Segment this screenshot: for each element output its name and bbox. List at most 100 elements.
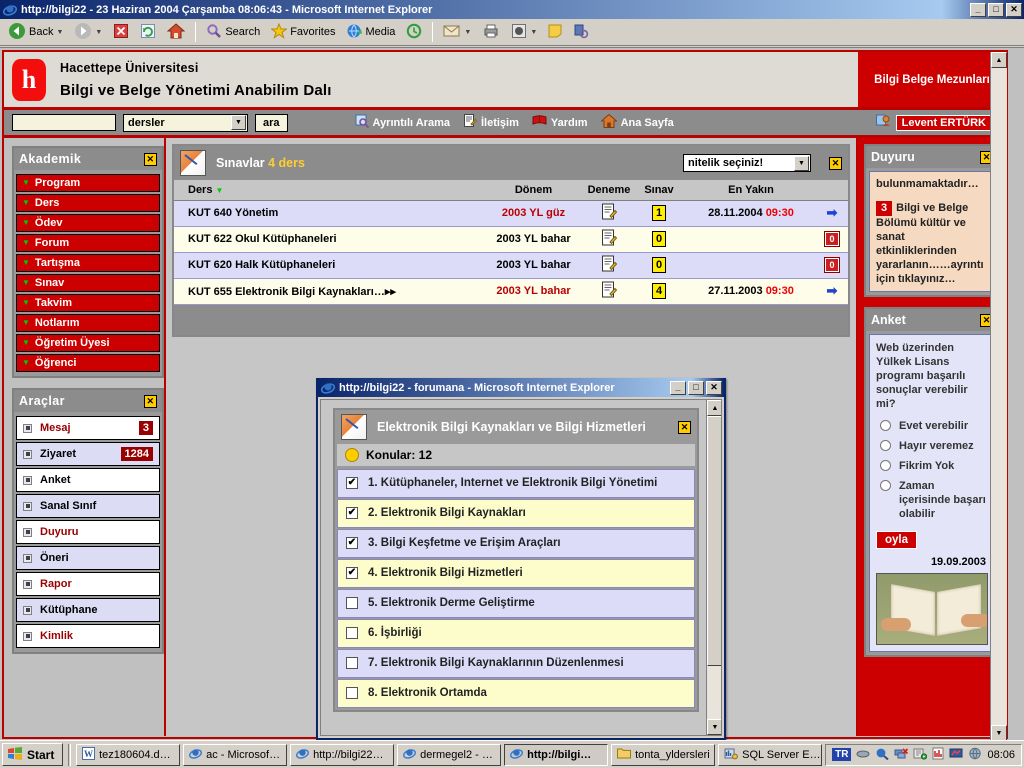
- favorites-button[interactable]: Favorites: [267, 21, 339, 44]
- cell-deneme[interactable]: [586, 200, 632, 227]
- tool-item-sanal-sinif[interactable]: Sanal Sınıf: [16, 494, 160, 518]
- cell-ders[interactable]: KUT 640 Yönetim: [174, 200, 482, 227]
- close-icon[interactable]: ✕: [144, 152, 157, 166]
- table-row[interactable]: KUT 622 Okul Kütüphaneleri 2003 YL bahar…: [174, 226, 848, 253]
- list-item[interactable]: 8. Elektronik Ortamda: [337, 679, 695, 708]
- scroll-down-button[interactable]: ▼: [707, 719, 721, 735]
- radio-icon[interactable]: [880, 440, 891, 451]
- scroll-track[interactable]: [991, 68, 1007, 725]
- sidebar-item-tartisma[interactable]: ▼ Tartışma: [16, 254, 160, 272]
- search-input[interactable]: [12, 114, 116, 131]
- minimize-button[interactable]: _: [970, 2, 986, 17]
- radio-icon[interactable]: [880, 460, 891, 471]
- column-header-ders[interactable]: Ders ▼: [174, 180, 482, 201]
- poll-option-2[interactable]: Hayır veremez: [880, 439, 988, 453]
- sidebar-item-forum[interactable]: ▼ Forum: [16, 234, 160, 252]
- cell-action[interactable]: 0: [816, 226, 848, 253]
- popup-scrollbar[interactable]: ▲ ▼: [706, 400, 721, 735]
- taskbar-item-folder[interactable]: tonta_yldersleri: [611, 743, 716, 766]
- close-icon[interactable]: ✕: [829, 156, 842, 170]
- search-icon[interactable]: [875, 747, 890, 763]
- tool-item-duyuru[interactable]: Duyuru: [16, 520, 160, 544]
- list-item[interactable]: ✔ 1. Kütüphaneler, Internet ve Elektroni…: [337, 469, 695, 498]
- close-icon[interactable]: ✕: [144, 394, 157, 408]
- taskbar-item-bilgi22[interactable]: http://bilgi22…: [290, 743, 395, 766]
- chevron-down-icon[interactable]: ▼: [95, 29, 102, 36]
- radio-icon[interactable]: [880, 420, 891, 431]
- refresh-button[interactable]: [136, 21, 160, 44]
- list-item[interactable]: 5. Elektronik Derme Geliştirme: [337, 589, 695, 618]
- sidebar-item-program[interactable]: ▼ Program: [16, 174, 160, 192]
- volume-icon[interactable]: [856, 747, 870, 763]
- page-scrollbar[interactable]: ▲ ▼: [990, 52, 1007, 740]
- taskbar-item-dermegel2[interactable]: dermegel2 - …: [397, 743, 502, 766]
- tool-item-anket[interactable]: Anket: [16, 468, 160, 492]
- media-icon[interactable]: [913, 747, 928, 763]
- radio-icon[interactable]: [880, 480, 891, 491]
- tool-item-rapor[interactable]: Rapor: [16, 572, 160, 596]
- column-header-donem[interactable]: Dönem: [481, 180, 586, 201]
- cell-sinav[interactable]: 4: [632, 278, 686, 305]
- media-button[interactable]: Media: [342, 21, 399, 44]
- tool-item-ziyaret[interactable]: Ziyaret 1284: [16, 442, 160, 466]
- sidebar-item-takvim[interactable]: ▼ Takvim: [16, 294, 160, 312]
- list-item[interactable]: 6. İşbirliği: [337, 619, 695, 648]
- home-button[interactable]: [163, 21, 189, 44]
- taskbar-clock[interactable]: 08:06: [987, 749, 1015, 761]
- cell-action[interactable]: 0: [816, 252, 848, 279]
- chart-icon[interactable]: [932, 747, 944, 763]
- notes-button[interactable]: [544, 22, 566, 43]
- cell-action[interactable]: ➡: [816, 200, 848, 227]
- taskbar-item-word[interactable]: W tez180604.d…: [76, 743, 181, 766]
- nav-detailed-search[interactable]: Ayrıntılı Arama: [355, 114, 450, 131]
- sidebar-item-odev[interactable]: ▼ Ödev: [16, 214, 160, 232]
- chevron-down-icon[interactable]: ▼: [56, 29, 63, 36]
- poll-option-1[interactable]: Evet verebilir: [880, 419, 988, 433]
- sort-triangle-icon[interactable]: ▼: [216, 186, 224, 195]
- messenger-button[interactable]: [569, 21, 593, 44]
- mail-button[interactable]: ▼: [439, 22, 475, 43]
- search-submit-button[interactable]: ara: [255, 113, 288, 132]
- checkbox-unchecked-icon[interactable]: [346, 627, 358, 639]
- start-button[interactable]: Start: [2, 743, 64, 766]
- go-arrow-icon[interactable]: ➡: [827, 205, 838, 220]
- back-button[interactable]: Back ▼: [4, 20, 67, 45]
- checkbox-unchecked-icon[interactable]: [346, 687, 358, 699]
- minimize-button[interactable]: _: [670, 380, 686, 395]
- scroll-thumb[interactable]: [707, 416, 721, 666]
- maximize-button[interactable]: □: [988, 2, 1004, 17]
- taskbar-item-ac[interactable]: ac - Microsof…: [183, 743, 288, 766]
- go-arrow-icon[interactable]: ➡: [827, 283, 838, 298]
- maximize-button[interactable]: □: [688, 380, 704, 395]
- chevron-down-icon[interactable]: ▼: [530, 29, 537, 36]
- vote-button[interactable]: oyla: [876, 531, 918, 549]
- checkbox-unchecked-icon[interactable]: [346, 597, 358, 609]
- sidebar-item-ogretim-uyesi[interactable]: ▼ Öğretim Üyesi: [16, 334, 160, 352]
- taskbar-item-bilgi-active[interactable]: http://bilgi…: [504, 743, 609, 766]
- cell-ders[interactable]: KUT 622 Okul Kütüphaneleri: [174, 226, 482, 253]
- sidebar-item-sinav[interactable]: ▼ Sınav: [16, 274, 160, 292]
- scroll-up-button[interactable]: ▲: [991, 52, 1007, 68]
- scroll-down-button[interactable]: ▼: [991, 725, 1007, 740]
- search-scope-select[interactable]: dersler ▼: [123, 113, 248, 132]
- taskbar-item-sql[interactable]: SQL Server E…: [718, 743, 823, 766]
- checkbox-unchecked-icon[interactable]: [346, 657, 358, 669]
- display-icon[interactable]: [949, 747, 963, 763]
- current-user[interactable]: Levent ERTÜRK: [875, 114, 992, 131]
- cell-sinav[interactable]: 0: [632, 252, 686, 279]
- column-header-en-yakin[interactable]: En Yakın: [686, 180, 816, 201]
- forum-popup-window[interactable]: http://bilgi22 - forumana - Microsoft In…: [316, 378, 726, 740]
- search-button[interactable]: Search: [202, 21, 264, 44]
- edit-button[interactable]: ▼: [507, 21, 541, 44]
- tool-item-kutuphane[interactable]: Kütüphane: [16, 598, 160, 622]
- language-indicator[interactable]: TR: [832, 748, 852, 761]
- table-row[interactable]: KUT 620 Halk Kütüphaneleri 2003 YL bahar…: [174, 252, 848, 279]
- chevron-down-icon[interactable]: ▼: [231, 115, 246, 130]
- sidebar-item-notlarim[interactable]: ▼ Notlarım: [16, 314, 160, 332]
- list-item[interactable]: ✔ 2. Elektronik Bilgi Kaynakları: [337, 499, 695, 528]
- history-button[interactable]: [402, 21, 426, 44]
- poll-option-4[interactable]: Zaman içerisinde başarı olabilir: [880, 479, 988, 521]
- close-icon[interactable]: ✕: [678, 420, 691, 434]
- chevron-down-icon[interactable]: ▼: [794, 155, 809, 171]
- scroll-up-button[interactable]: ▲: [707, 400, 721, 416]
